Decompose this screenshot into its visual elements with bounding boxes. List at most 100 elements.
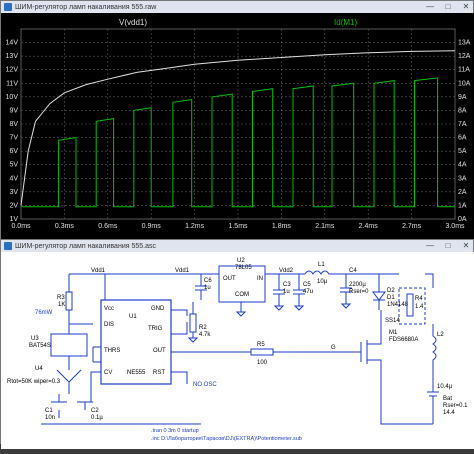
c1-name: C1 [45,408,53,414]
y-left-tick-label: 13V [6,53,19,60]
u1-name: U1 [129,314,137,320]
close-button[interactable]: ✕ [461,2,471,11]
trace-label-id-m1[interactable]: Id(M1) [334,18,357,27]
c1-value: 10n [45,415,55,421]
net-g: G [331,345,336,351]
y-left-tick-label: 3V [9,189,18,196]
bat-name: Bat [443,396,452,402]
net-vdd2: Vdd2 [279,268,294,274]
r3-value: 1K [58,302,65,308]
trace-label-vdd1[interactable]: V(vdd1) [119,18,147,27]
y-left-tick-label: 8V [9,121,18,128]
c5-value: 47u [303,289,313,295]
schematic-canvas[interactable]: Vcc GND DIS TRIG THRS OUT CV RST U1 NE55… [1,252,474,449]
c5-name: C5 [303,282,311,288]
maximize-button[interactable]: □ [443,2,453,11]
r2-value: 4.7k [199,332,211,338]
pin-vcc: Vcc [104,306,114,312]
u2-pin-com: COM [235,292,249,298]
y-right-tick-label: 7A [458,121,467,128]
y-left-tick-label: 2V [9,202,18,209]
y-left-tick-label: 6V [9,148,18,155]
x-tick-label: 2.1ms [315,223,335,230]
x-tick-label: 0.0ms [11,223,31,230]
c6-name: C6 [204,278,212,284]
x-tick-label: 2.7ms [402,223,422,230]
component-labels: Vdd1 Vdd1 R3 1K 76mW U3 BAT54S Rtot=50K … [7,258,468,421]
plot-window: ШИМ-регулятор ламп накаливания 555.raw —… [0,0,474,239]
ground-symbols [187,303,352,343]
no-osc-flag: NO OSC [193,382,217,388]
y-right-tick-label: 0A [458,216,467,223]
y-right-tick-label: 9A [458,94,467,101]
y-left-tick-label: 1V [9,216,18,223]
bat-rser: Rser=0.1 [443,403,468,409]
u1-part: NE555 [127,370,146,376]
d2-name: D2 [387,288,395,294]
u2-pin-in: IN [257,276,263,282]
x-tick-label: 1.2ms [185,223,205,230]
pot-params: Rtot=50K wiper=0.3 [7,379,61,385]
c3-value: 1u [283,289,290,295]
directive-tran[interactable]: .tran 0 3m 0 startup [151,428,199,434]
x-tick-label: 2.4ms [359,223,379,230]
u3-part: BAT54S [29,343,51,349]
pin-dis: DIS [104,322,114,328]
l1-value: 10µ [317,279,328,285]
c2-name: C2 [91,408,99,414]
spice-directives[interactable]: .tran 0 3m 0 startup .inc D:\Лаборатория… [151,428,302,442]
y-right-tick-label: 5A [458,148,467,155]
bat-value: 14.4 [443,410,455,416]
waveform-chart[interactable]: 0.0ms 0.3ms 0.6ms 0.9ms 1.2ms 1.5ms 1.8ms 2.1ms… [1,13,474,239]
ss14-label: SS14 [385,318,400,324]
l1-name: L1 [318,262,325,268]
u1-pin-labels: Vcc GND DIS TRIG THRS OUT CV RST U1 NE55… [104,306,166,376]
c6-value: 1u [204,285,211,291]
c4-esr: Rser=0 [349,289,369,295]
x-tick-label: 1.5ms [228,223,248,230]
y-right-tick-label: 6A [458,135,467,142]
y-right-tick-label: 10A [458,80,471,87]
minimize-button[interactable]: — [425,2,435,11]
m1-name: M1 [389,330,398,336]
x-tick-label: 1.8ms [272,223,292,230]
minimize-button[interactable]: — [425,241,435,250]
ltspice-app-icon [4,3,12,11]
y-left-tick-label: 5V [9,162,18,169]
schematic-window-title: ШИМ-регулятор ламп накаливания 555.asc [15,242,156,250]
pin-thrs: THRS [104,348,120,354]
y-left-tick-label: 14V [6,40,19,47]
c2-value: 0.1µ [91,415,103,421]
y-left-tick-label: 4V [9,175,18,182]
l2-name: L2 [437,332,444,338]
r5-value: 100 [257,360,268,366]
plot-window-title: ШИМ-регулятор ламп накаливания 555.raw [15,3,157,11]
u2-name: U2 [237,258,245,264]
d1-value: 1N4148 [387,302,409,308]
net-vdd1-2: Vdd1 [175,268,190,274]
schematic-drawing[interactable]: Vcc GND DIS TRIG THRS OUT CV RST U1 NE55… [1,252,474,449]
r2-name: R2 [199,325,207,331]
r3-power-note: 76mW [35,310,53,316]
pin-cv: CV [104,370,112,376]
y-right-tick-label: 3A [458,175,467,182]
y-left-tick-label: 7V [9,135,18,142]
r4-value: 1.4 [415,304,424,310]
schematic-window: ШИМ-регулятор ламп накаливания 555.asc —… [0,239,474,449]
x-tick-label: 0.3ms [55,223,75,230]
y-left-tick-label: 12V [6,67,19,74]
wires [41,265,439,425]
x-tick-label: 0.6ms [98,223,118,230]
y-left-tick-label: 10V [6,94,19,101]
ltspice-app-icon [4,242,12,250]
l2-value: 10.4µ [437,384,453,390]
y-right-tick-label: 11A [458,67,470,74]
x-tick-label: 3.0ms [445,223,465,230]
close-button[interactable]: ✕ [461,241,471,250]
maximize-button[interactable]: □ [443,241,453,250]
waveform-plot-pane[interactable]: 0.0ms 0.3ms 0.6ms 0.9ms 1.2ms 1.5ms 1.8ms 2.1ms… [1,13,474,239]
x-tick-label: 0.9ms [142,223,162,230]
net-vdd1: Vdd1 [91,268,106,274]
directive-include[interactable]: .inc D:\Лаборатория\Тарасов\DJ\(EXTRA)\P… [151,436,302,442]
r5-name: R5 [257,342,265,348]
